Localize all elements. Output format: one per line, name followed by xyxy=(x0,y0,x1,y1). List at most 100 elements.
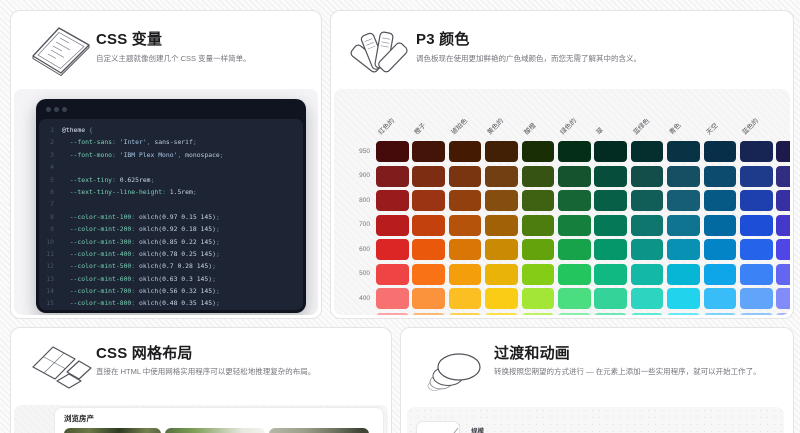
color-swatch xyxy=(485,166,518,187)
color-swatch xyxy=(558,264,591,285)
color-swatch xyxy=(485,215,518,236)
card-title: CSS 网格布局 xyxy=(96,342,193,363)
color-swatch xyxy=(485,313,518,316)
color-swatch xyxy=(558,313,591,316)
color-swatch xyxy=(776,239,790,260)
motion-path-icon xyxy=(417,422,459,433)
palette-column-label: 青色 xyxy=(669,122,684,137)
color-swatch xyxy=(631,313,664,316)
code-line: 2 --font-sans: 'Inter', sans-serif; xyxy=(39,136,303,148)
window-dot-icon xyxy=(46,107,51,112)
color-swatch xyxy=(594,190,627,211)
color-swatch xyxy=(667,190,700,211)
color-swatch xyxy=(631,239,664,260)
palette-column-label: 酸橙 xyxy=(523,122,538,137)
color-swatch xyxy=(412,313,445,316)
panel-heading: 浏览房产 xyxy=(64,413,374,424)
color-swatch xyxy=(704,166,737,187)
code-line: 6 --text-tiny--line-height: 1.5rem; xyxy=(39,186,303,198)
code-line: 3 --font-mono: 'IBM Plex Mono', monospac… xyxy=(39,149,303,161)
card-title: P3 颜色 xyxy=(416,28,470,49)
palette-row-label: 900 xyxy=(338,172,370,180)
color-swatch xyxy=(558,190,591,211)
color-swatch xyxy=(485,190,518,211)
color-swatch xyxy=(449,313,482,316)
color-swatch xyxy=(667,313,700,316)
palette-row-label: 700 xyxy=(338,221,370,229)
color-swatch xyxy=(376,166,409,187)
code-line: 12 --color-mint-500: oklch(0.7 0.28 145)… xyxy=(39,260,303,272)
properties-panel: 浏览房产 xyxy=(54,407,384,433)
color-swatch xyxy=(631,264,664,285)
palette-column-label: 红色的 xyxy=(377,118,396,137)
palette-column-label: 天空 xyxy=(705,122,720,137)
code-editor-window: 1@theme {2 --font-sans: 'Inter', sans-se… xyxy=(36,99,306,313)
window-dot-icon xyxy=(54,107,59,112)
code-line: 8 --color-mint-100: oklch(0.97 0.15 145)… xyxy=(39,211,303,223)
card-transitions: 过渡和动画 转换按照您期望的方式进行 — 在元素上添加一些实用程序，就可以开始工… xyxy=(400,327,794,433)
photos-row xyxy=(64,428,374,433)
color-swatch xyxy=(594,215,627,236)
code-line: 14 --color-mint-700: oklch(0.56 0.32 145… xyxy=(39,285,303,297)
code-line: 13 --color-mint-600: oklch(0.63 0.3 145)… xyxy=(39,273,303,285)
color-swatch xyxy=(594,313,627,316)
transitions-demo: 规模 xyxy=(407,407,784,433)
code-line: 1@theme { xyxy=(39,124,303,136)
feature-grid-page: CSS 变量 自定义主题就像创建几个 CSS 变量一样简单。 1@theme {… xyxy=(0,0,800,433)
color-swatch xyxy=(776,288,790,309)
code-line: 11 --color-mint-400: oklch(0.78 0.25 145… xyxy=(39,248,303,260)
color-swatch xyxy=(376,141,409,162)
code-area: 1@theme {2 --font-sans: 'Inter', sans-se… xyxy=(39,119,303,310)
color-swatch xyxy=(667,288,700,309)
palette-row-label: 800 xyxy=(338,197,370,205)
color-swatch xyxy=(376,288,409,309)
color-swatch xyxy=(631,190,664,211)
color-swatch xyxy=(412,215,445,236)
color-swatch xyxy=(522,313,555,316)
color-swatch xyxy=(522,141,555,162)
color-swatch xyxy=(485,288,518,309)
code-line: 7 xyxy=(39,198,303,210)
demo-tile xyxy=(416,421,460,433)
color-swatch xyxy=(558,166,591,187)
palette-column-label: 黄色的 xyxy=(487,118,506,137)
color-swatch xyxy=(776,264,790,285)
color-swatch xyxy=(449,215,482,236)
css-variables-demo: 1@theme {2 --font-sans: 'Inter', sans-se… xyxy=(14,89,318,315)
card-title: CSS 变量 xyxy=(96,28,162,49)
card-p3-colors: P3 颜色 调色板现在使用更加鲜艳的广色域颜色，而您无需了解其中的含义。 红色的… xyxy=(330,10,794,319)
color-swatch xyxy=(704,288,737,309)
code-line: 10 --color-mint-300: oklch(0.85 0.22 145… xyxy=(39,236,303,248)
palette-column-label: 绿色的 xyxy=(559,118,578,137)
color-swatch xyxy=(594,288,627,309)
color-swatch xyxy=(522,239,555,260)
palette-row-label: 500 xyxy=(338,270,370,278)
color-swatch xyxy=(558,141,591,162)
color-swatch xyxy=(631,166,664,187)
color-swatch xyxy=(667,141,700,162)
code-line: 9 --color-mint-200: oklch(0.92 0.18 145)… xyxy=(39,223,303,235)
color-swatch xyxy=(704,239,737,260)
color-swatch xyxy=(558,288,591,309)
color-swatch xyxy=(667,239,700,260)
swatch-fan-icon xyxy=(349,24,413,80)
color-swatch xyxy=(449,141,482,162)
color-swatch xyxy=(740,313,773,316)
color-swatch xyxy=(776,313,790,316)
color-swatch xyxy=(631,141,664,162)
color-swatch xyxy=(376,313,409,316)
color-swatch xyxy=(667,166,700,187)
code-panel-icon xyxy=(29,24,93,80)
color-swatch xyxy=(776,215,790,236)
color-swatch xyxy=(740,239,773,260)
color-swatch xyxy=(449,264,482,285)
color-swatch xyxy=(522,215,555,236)
color-swatch xyxy=(449,239,482,260)
color-swatch xyxy=(412,190,445,211)
color-swatch xyxy=(412,239,445,260)
color-swatch xyxy=(704,313,737,316)
color-swatch xyxy=(412,166,445,187)
color-swatch xyxy=(667,264,700,285)
grid-layout-demo: 浏览房产 xyxy=(14,405,388,433)
color-swatch xyxy=(740,166,773,187)
